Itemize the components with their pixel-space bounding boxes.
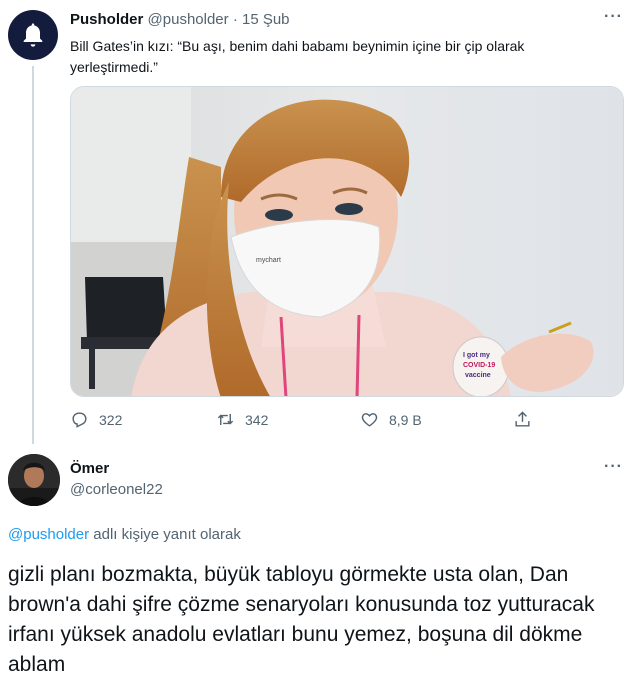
mask-text: mychart (256, 257, 281, 264)
share-button[interactable] (513, 410, 532, 429)
photo-illustration: mychart I got my COVID-19 vaccine (71, 87, 623, 396)
like-button[interactable]: 8,9 B (360, 410, 422, 429)
tweet-text: Bill Gates’in kızı: “Bu aşı, benim dahi … (70, 38, 525, 75)
reply-tweet[interactable]: Ömer @corleonel22 ··· @pusholder adlı ki… (0, 448, 635, 688)
reply-icon (72, 412, 87, 428)
author-handle[interactable]: @pusholder (148, 11, 229, 28)
retweet-icon (217, 413, 234, 426)
thread-line (32, 66, 34, 444)
reply-count: 322 (99, 411, 123, 428)
reply-text: gizli planı bozmakta, büyük tabloyu görm… (8, 563, 595, 676)
tweet-header: Pusholder @pusholder · 15 Şub (70, 11, 290, 29)
tweet-actions: 322 342 8,9 B (70, 410, 540, 432)
more-options-button[interactable]: ··· (604, 8, 623, 26)
heart-icon (361, 413, 378, 427)
sticker-line-2: COVID-19 (463, 362, 495, 369)
more-options-button[interactable]: ··· (604, 458, 623, 476)
retweet-count: 342 (245, 411, 269, 428)
bell-icon (23, 23, 43, 47)
avatar[interactable] (8, 454, 60, 506)
retweet-button[interactable]: 342 (216, 410, 268, 429)
reply-to-suffix: adlı kişiye yanıt olarak (89, 526, 241, 543)
avatar-photo (8, 454, 60, 506)
original-tweet[interactable]: Pusholder @pusholder · 15 Şub ··· Bill G… (0, 0, 635, 448)
reply-mention-link[interactable]: @pusholder (8, 526, 89, 543)
tweet-date[interactable]: 15 Şub (242, 11, 290, 28)
author-handle[interactable]: @corleonel22 (70, 481, 163, 498)
replying-to: @pusholder adlı kişiye yanıt olarak (8, 526, 241, 543)
author-name[interactable]: Pusholder (70, 11, 143, 28)
avatar[interactable] (8, 10, 58, 60)
tweet-photo[interactable]: mychart I got my COVID-19 vaccine (70, 86, 624, 397)
reply-button[interactable]: 322 (70, 410, 122, 429)
share-icon (515, 411, 530, 427)
author-name[interactable]: Ömer (70, 460, 109, 477)
sticker-line-1: I got my (463, 352, 490, 359)
sticker-line-3: vaccine (465, 372, 491, 379)
like-count: 8,9 B (389, 411, 422, 428)
separator: · (232, 11, 238, 28)
